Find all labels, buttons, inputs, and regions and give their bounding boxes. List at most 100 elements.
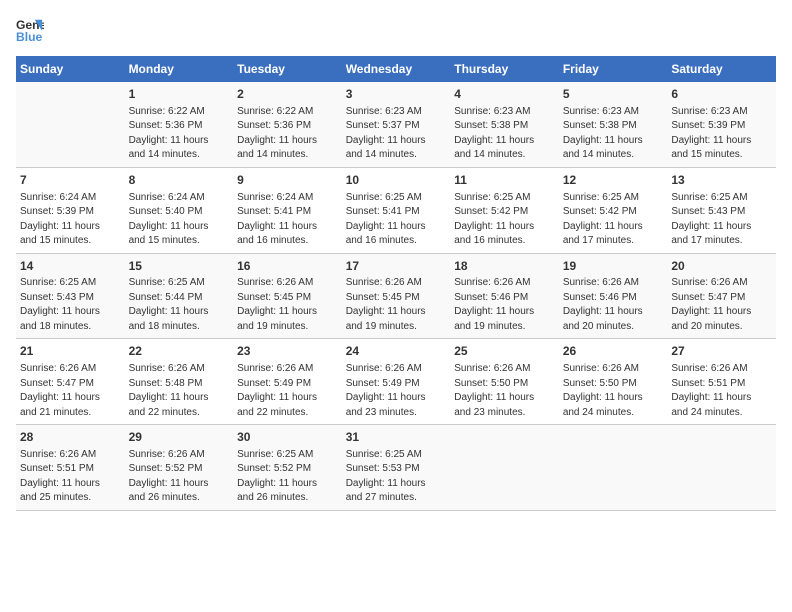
calendar-cell: 10 Sunrise: 6:25 AM Sunset: 5:41 PM Dayli… — [342, 167, 451, 253]
day-number: 21 — [20, 343, 121, 360]
day-info: Sunrise: 6:23 AM Sunset: 5:38 PM Dayligh… — [454, 105, 555, 163]
day-number: 6 — [671, 86, 772, 103]
day-number: 26 — [563, 343, 664, 360]
day-number: 16 — [237, 258, 338, 275]
calendar-cell: 18Sunrise: 6:26 AM Sunset: 5:46 PM Dayli… — [450, 253, 559, 339]
calendar-cell: 16Sunrise: 6:26 AM Sunset: 5:45 PM Dayli… — [233, 253, 342, 339]
day-number: 11 — [454, 172, 555, 189]
day-info: Sunrise: 6:26 AM Sunset: 5:50 PM Dayligh… — [454, 362, 555, 420]
day-info: Sunrise: 6:23 AM Sunset: 5:37 PM Dayligh… — [346, 105, 447, 163]
calendar-week-row: 7 Sunrise: 6:24 AM Sunset: 5:39 PM Daylig… — [16, 167, 776, 253]
day-number: 31 — [346, 429, 447, 446]
day-info: Sunrise: 6:26 AM Sunset: 5:50 PM Dayligh… — [563, 362, 664, 420]
day-info: Sunrise: 6:26 AM Sunset: 5:47 PM Dayligh… — [671, 276, 772, 334]
day-number: 9 — [237, 172, 338, 189]
calendar-cell: 11 Sunrise: 6:25 AM Sunset: 5:42 PM Dayli… — [450, 167, 559, 253]
calendar-cell — [16, 82, 125, 167]
day-number: 18 — [454, 258, 555, 275]
day-number: 23 — [237, 343, 338, 360]
day-number: 24 — [346, 343, 447, 360]
day-info: Sunrise: 6:24 AM Sunset: 5:39 PM Dayligh… — [20, 191, 121, 249]
calendar-cell: 31 Sunrise: 6:25 AM Sunset: 5:53 PM Dayli… — [342, 425, 451, 511]
calendar-cell: 4 Sunrise: 6:23 AM Sunset: 5:38 PM Daylig… — [450, 82, 559, 167]
day-number: 15 — [129, 258, 230, 275]
calendar-cell: 9 Sunrise: 6:24 AM Sunset: 5:41 PM Daylig… — [233, 167, 342, 253]
day-info: Sunrise: 6:22 AM Sunset: 5:36 PM Dayligh… — [129, 105, 230, 163]
calendar-cell: 1 Sunrise: 6:22 AM Sunset: 5:36 PM Daylig… — [125, 82, 234, 167]
day-info: Sunrise: 6:26 AM Sunset: 5:45 PM Dayligh… — [237, 276, 338, 334]
day-number: 3 — [346, 86, 447, 103]
day-info: Sunrise: 6:24 AM Sunset: 5:40 PM Dayligh… — [129, 191, 230, 249]
calendar-cell: 28Sunrise: 6:26 AM Sunset: 5:51 PM Dayli… — [16, 425, 125, 511]
day-info: Sunrise: 6:26 AM Sunset: 5:47 PM Dayligh… — [20, 362, 121, 420]
calendar-cell: 20Sunrise: 6:26 AM Sunset: 5:47 PM Dayli… — [667, 253, 776, 339]
day-number: 19 — [563, 258, 664, 275]
day-number: 5 — [563, 86, 664, 103]
calendar-cell: 13Sunrise: 6:25 AM Sunset: 5:43 PM Dayli… — [667, 167, 776, 253]
day-info: Sunrise: 6:25 AM Sunset: 5:53 PM Dayligh… — [346, 448, 447, 506]
day-info: Sunrise: 6:25 AM Sunset: 5:43 PM Dayligh… — [671, 191, 772, 249]
calendar-header-row: SundayMondayTuesdayWednesdayThursdayFrid… — [16, 56, 776, 82]
calendar-cell: 3 Sunrise: 6:23 AM Sunset: 5:37 PM Daylig… — [342, 82, 451, 167]
day-info: Sunrise: 6:26 AM Sunset: 5:51 PM Dayligh… — [671, 362, 772, 420]
calendar-cell: 5 Sunrise: 6:23 AM Sunset: 5:38 PM Daylig… — [559, 82, 668, 167]
day-info: Sunrise: 6:25 AM Sunset: 5:44 PM Dayligh… — [129, 276, 230, 334]
day-info: Sunrise: 6:26 AM Sunset: 5:49 PM Dayligh… — [346, 362, 447, 420]
calendar-cell: 22 Sunrise: 6:26 AM Sunset: 5:48 PM Dayli… — [125, 339, 234, 425]
day-header-friday: Friday — [559, 56, 668, 82]
day-number: 1 — [129, 86, 230, 103]
calendar-cell: 25Sunrise: 6:26 AM Sunset: 5:50 PM Dayli… — [450, 339, 559, 425]
day-number: 12 — [563, 172, 664, 189]
calendar-cell — [450, 425, 559, 511]
day-number: 10 — [346, 172, 447, 189]
day-number: 17 — [346, 258, 447, 275]
day-info: Sunrise: 6:25 AM Sunset: 5:52 PM Dayligh… — [237, 448, 338, 506]
day-header-tuesday: Tuesday — [233, 56, 342, 82]
calendar-cell: 14Sunrise: 6:25 AM Sunset: 5:43 PM Dayli… — [16, 253, 125, 339]
calendar-cell: 26 Sunrise: 6:26 AM Sunset: 5:50 PM Dayli… — [559, 339, 668, 425]
day-info: Sunrise: 6:23 AM Sunset: 5:38 PM Dayligh… — [563, 105, 664, 163]
calendar-week-row: 1 Sunrise: 6:22 AM Sunset: 5:36 PM Daylig… — [16, 82, 776, 167]
calendar-cell: 12 Sunrise: 6:25 AM Sunset: 5:42 PM Dayli… — [559, 167, 668, 253]
day-header-saturday: Saturday — [667, 56, 776, 82]
day-number: 14 — [20, 258, 121, 275]
day-info: Sunrise: 6:26 AM Sunset: 5:48 PM Dayligh… — [129, 362, 230, 420]
calendar-cell: 29Sunrise: 6:26 AM Sunset: 5:52 PM Dayli… — [125, 425, 234, 511]
calendar-cell: 8 Sunrise: 6:24 AM Sunset: 5:40 PM Daylig… — [125, 167, 234, 253]
calendar-cell: 30 Sunrise: 6:25 AM Sunset: 5:52 PM Dayli… — [233, 425, 342, 511]
calendar-cell: 17Sunrise: 6:26 AM Sunset: 5:45 PM Dayli… — [342, 253, 451, 339]
calendar-cell: 23 Sunrise: 6:26 AM Sunset: 5:49 PM Dayli… — [233, 339, 342, 425]
day-number: 30 — [237, 429, 338, 446]
day-number: 27 — [671, 343, 772, 360]
day-info: Sunrise: 6:24 AM Sunset: 5:41 PM Dayligh… — [237, 191, 338, 249]
day-info: Sunrise: 6:23 AM Sunset: 5:39 PM Dayligh… — [671, 105, 772, 163]
day-number: 20 — [671, 258, 772, 275]
day-header-monday: Monday — [125, 56, 234, 82]
day-info: Sunrise: 6:26 AM Sunset: 5:46 PM Dayligh… — [454, 276, 555, 334]
calendar-cell: 7 Sunrise: 6:24 AM Sunset: 5:39 PM Daylig… — [16, 167, 125, 253]
day-header-sunday: Sunday — [16, 56, 125, 82]
day-info: Sunrise: 6:25 AM Sunset: 5:42 PM Dayligh… — [563, 191, 664, 249]
day-info: Sunrise: 6:25 AM Sunset: 5:41 PM Dayligh… — [346, 191, 447, 249]
calendar-cell: 6 Sunrise: 6:23 AM Sunset: 5:39 PM Daylig… — [667, 82, 776, 167]
calendar-week-row: 21 Sunrise: 6:26 AM Sunset: 5:47 PM Dayli… — [16, 339, 776, 425]
calendar-table: SundayMondayTuesdayWednesdayThursdayFrid… — [16, 56, 776, 511]
day-number: 7 — [20, 172, 121, 189]
calendar-week-row: 28Sunrise: 6:26 AM Sunset: 5:51 PM Dayli… — [16, 425, 776, 511]
calendar-cell: 15Sunrise: 6:25 AM Sunset: 5:44 PM Dayli… — [125, 253, 234, 339]
page-header: General Blue — [16, 16, 776, 44]
day-info: Sunrise: 6:22 AM Sunset: 5:36 PM Dayligh… — [237, 105, 338, 163]
logo: General Blue — [16, 16, 48, 44]
calendar-cell — [559, 425, 668, 511]
calendar-week-row: 14Sunrise: 6:25 AM Sunset: 5:43 PM Dayli… — [16, 253, 776, 339]
day-number: 8 — [129, 172, 230, 189]
calendar-cell: 21 Sunrise: 6:26 AM Sunset: 5:47 PM Dayli… — [16, 339, 125, 425]
day-info: Sunrise: 6:26 AM Sunset: 5:46 PM Dayligh… — [563, 276, 664, 334]
calendar-cell: 24 Sunrise: 6:26 AM Sunset: 5:49 PM Dayli… — [342, 339, 451, 425]
day-number: 2 — [237, 86, 338, 103]
day-info: Sunrise: 6:26 AM Sunset: 5:49 PM Dayligh… — [237, 362, 338, 420]
day-info: Sunrise: 6:25 AM Sunset: 5:42 PM Dayligh… — [454, 191, 555, 249]
day-number: 4 — [454, 86, 555, 103]
day-info: Sunrise: 6:26 AM Sunset: 5:51 PM Dayligh… — [20, 448, 121, 506]
day-number: 22 — [129, 343, 230, 360]
